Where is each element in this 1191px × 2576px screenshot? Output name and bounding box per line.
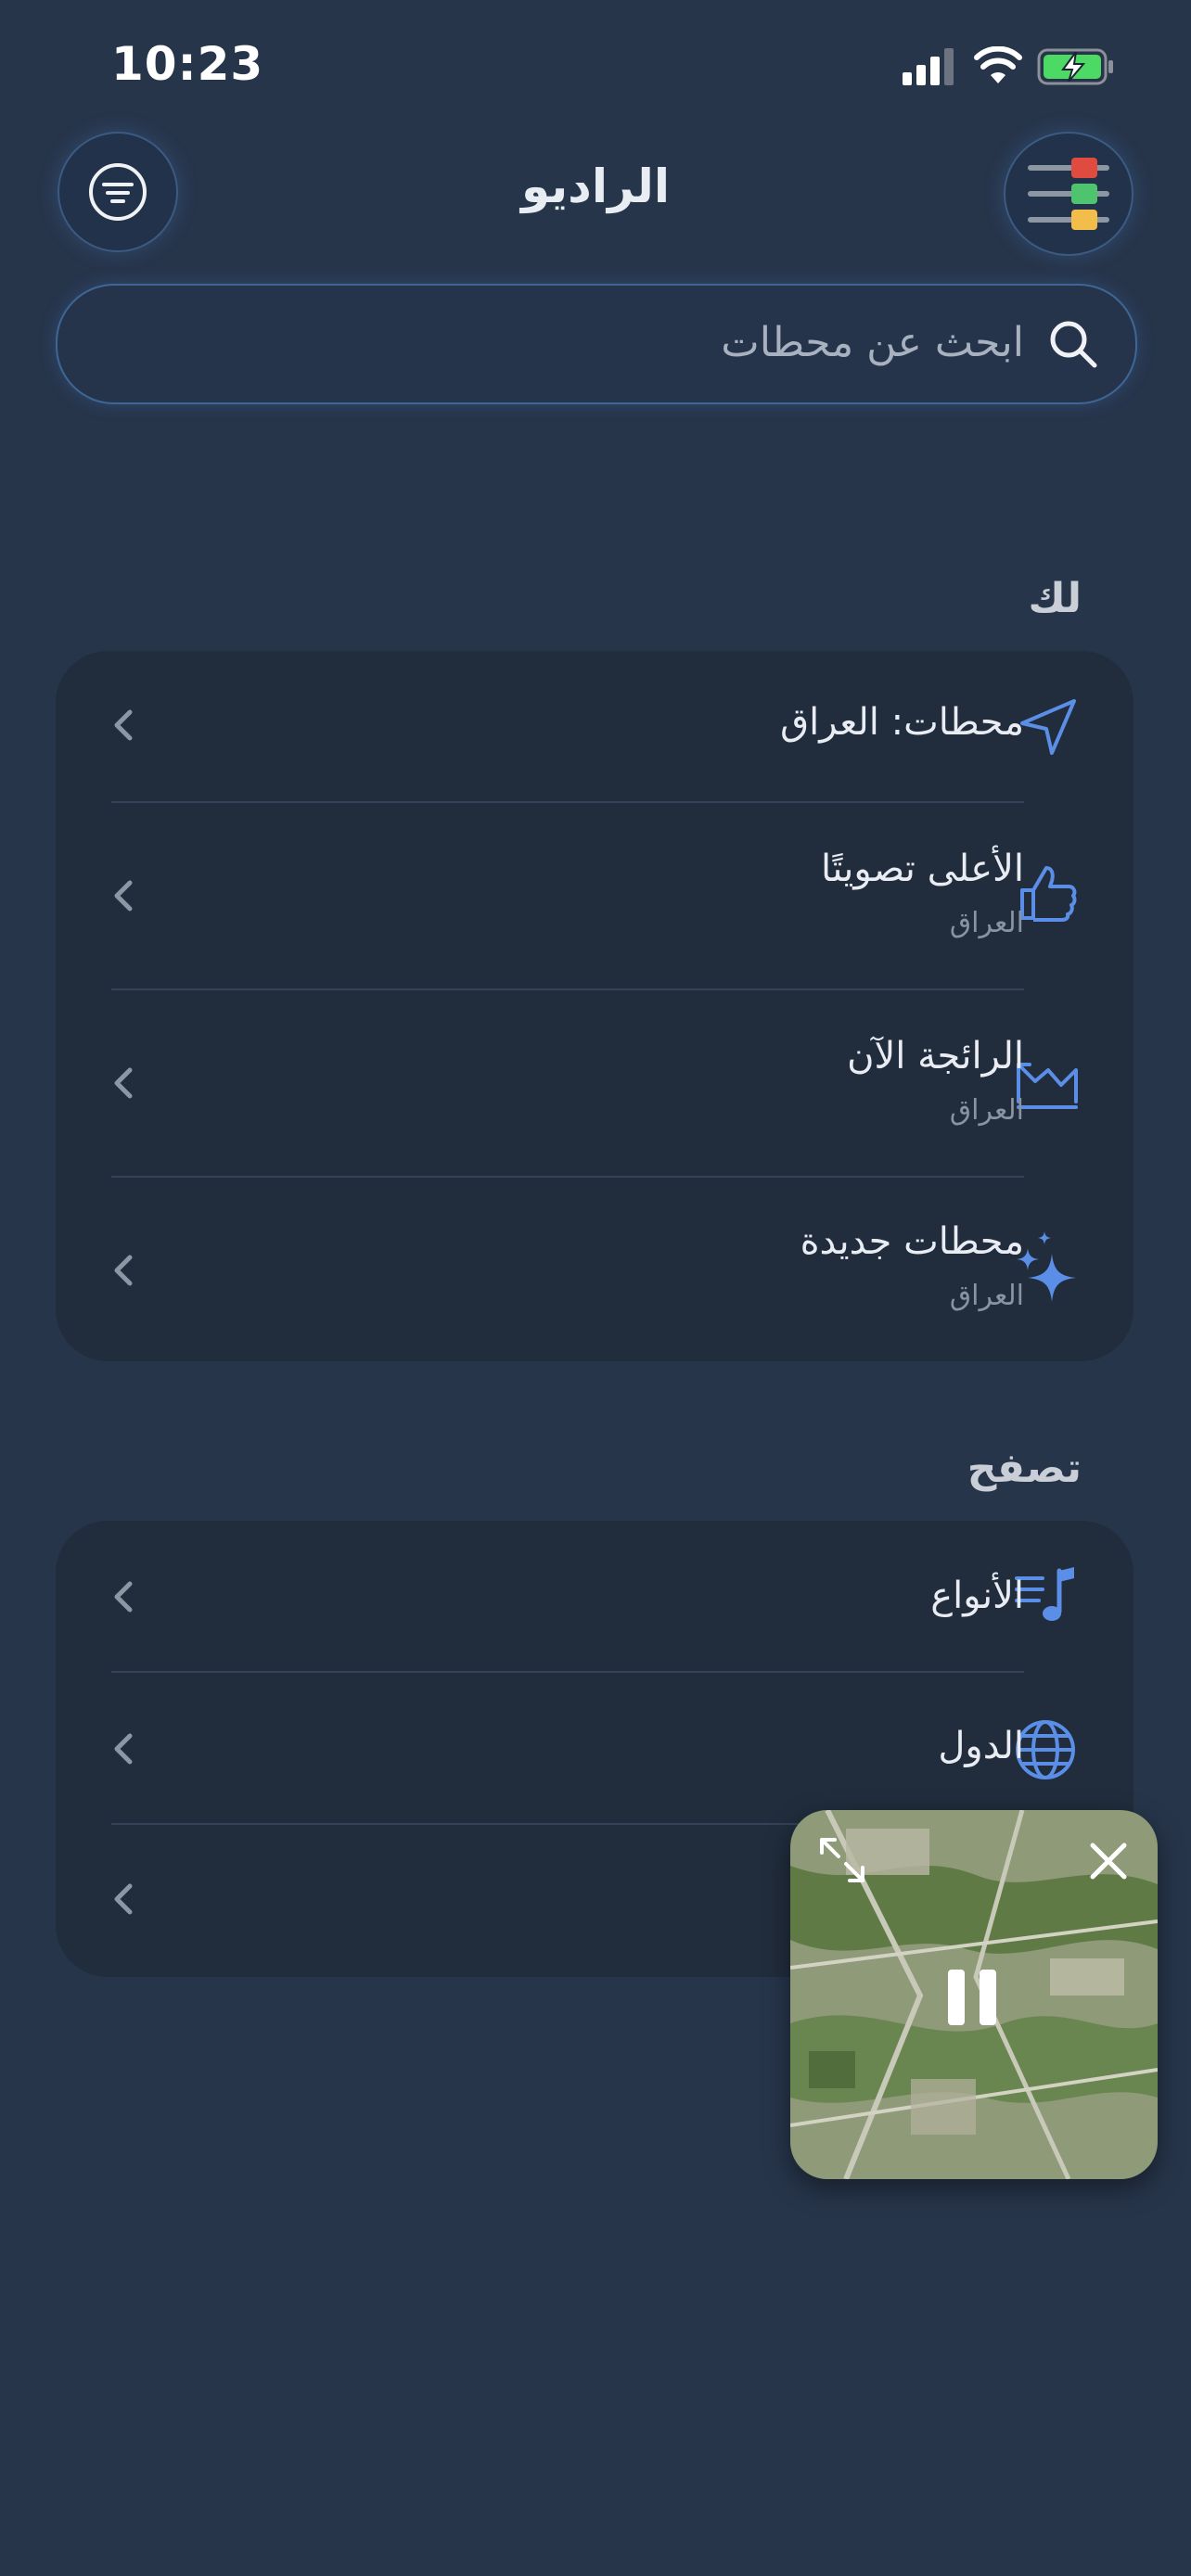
battery-charging-icon bbox=[1037, 48, 1113, 85]
row-title: محطات جديدة bbox=[800, 1220, 1024, 1263]
pause-button[interactable] bbox=[937, 1962, 1007, 2033]
chevron-left-icon bbox=[114, 1883, 133, 1915]
chevron-left-icon bbox=[114, 1733, 133, 1765]
row-title: الدول bbox=[938, 1725, 1024, 1767]
thumbs-up-icon bbox=[1020, 866, 1077, 922]
row-countries[interactable]: الدول bbox=[56, 1673, 1133, 1823]
row-title: محطات: العراق bbox=[780, 701, 1024, 744]
cellular-signal-icon bbox=[903, 48, 954, 85]
expand-player-button[interactable] bbox=[816, 1834, 868, 1886]
row-subtitle: العراق bbox=[949, 1094, 1024, 1127]
search-field[interactable]: ابحث عن محطات bbox=[56, 284, 1137, 404]
close-icon bbox=[1090, 1843, 1127, 1880]
wifi-icon bbox=[974, 46, 1022, 83]
chevron-left-icon bbox=[114, 1067, 133, 1099]
status-time: 10:23 bbox=[111, 37, 264, 91]
close-player-button[interactable] bbox=[1085, 1838, 1132, 1884]
row-title: الرائجة الآن bbox=[847, 1035, 1024, 1078]
chevron-left-icon bbox=[114, 880, 133, 912]
equalizer-menu-button[interactable] bbox=[1004, 132, 1133, 256]
pause-icon bbox=[948, 1970, 996, 2025]
expand-icon bbox=[820, 1838, 864, 1882]
trending-chart-icon bbox=[1017, 1063, 1078, 1109]
row-top-voted[interactable]: الأعلى تصويتًا العراق bbox=[56, 803, 1133, 988]
row-genres[interactable]: الأنواع bbox=[56, 1521, 1133, 1671]
chevron-left-icon bbox=[114, 1255, 133, 1286]
chevron-left-icon bbox=[114, 709, 133, 741]
for-you-card: محطات: العراق الأعلى تصويتًا العراق الرا… bbox=[56, 651, 1133, 1361]
search-placeholder: ابحث عن محطات bbox=[721, 319, 1024, 366]
mini-player[interactable] bbox=[790, 1810, 1158, 2179]
row-subtitle: العراق bbox=[949, 1280, 1024, 1312]
row-stations-iraq[interactable]: محطات: العراق bbox=[56, 651, 1133, 801]
row-new-stations[interactable]: محطات جديدة العراق bbox=[56, 1178, 1133, 1361]
row-title: الأعلى تصويتًا bbox=[821, 848, 1024, 890]
section-heading-for-you: لك bbox=[1028, 575, 1082, 622]
chevron-left-icon bbox=[114, 1581, 133, 1613]
row-subtitle: العراق bbox=[949, 907, 1024, 939]
equalizer-menu-icon bbox=[1028, 158, 1109, 230]
row-trending-now[interactable]: الرائجة الآن العراق bbox=[56, 990, 1133, 1176]
section-heading-browse: تصفح bbox=[967, 1445, 1082, 1492]
search-icon bbox=[1050, 321, 1097, 368]
row-title: الأنواع bbox=[930, 1575, 1024, 1617]
location-arrow-icon bbox=[1020, 699, 1076, 755]
